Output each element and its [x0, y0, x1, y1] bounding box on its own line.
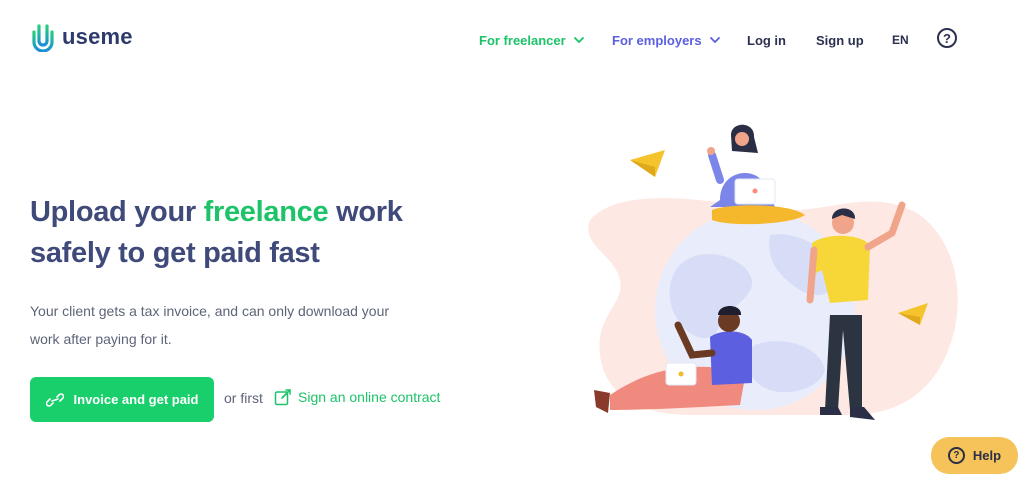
nav-for-employers[interactable]: For employers [612, 33, 720, 48]
link-icon [45, 392, 64, 407]
help-label: Help [972, 448, 1002, 463]
nav-for-freelancer[interactable]: For freelancer [479, 33, 584, 48]
help-button[interactable]: ? Help [931, 437, 1018, 474]
hero-illustration [588, 124, 958, 420]
invoice-and-get-paid-button[interactable]: Invoice and get paid [30, 377, 214, 422]
headline-part2: work [328, 196, 403, 228]
logo-text: useme [62, 24, 133, 49]
edit-document-icon [274, 389, 291, 406]
subtext-line1: Your client gets a tax invoice, and can … [30, 303, 390, 319]
hero-headline: Upload your freelance work safely to get… [30, 192, 430, 274]
contract-link-label: Sign an online contract [298, 389, 441, 405]
nav-signup[interactable]: Sign up [816, 33, 864, 48]
headline-part1: Upload your [30, 196, 204, 228]
nav-for-freelancer-label: For freelancer [479, 32, 566, 48]
question-circle-icon[interactable]: ? [937, 28, 957, 48]
headline-line2: safely to get paid fast [30, 237, 320, 269]
logo[interactable]: useme [30, 22, 133, 52]
cta-label: Invoice and get paid [73, 392, 199, 407]
subtext-line2: work after paying for it. [30, 331, 172, 347]
language-selector[interactable]: EN [892, 33, 909, 47]
chevron-down-icon [573, 37, 584, 44]
sign-contract-link[interactable]: Sign an online contract [274, 388, 440, 406]
logo-mark-icon [32, 22, 54, 52]
nav-for-employers-label: For employers [612, 32, 702, 48]
hero-subtext: Your client gets a tax invoice, and can … [30, 297, 410, 353]
or-first-text: or first [224, 390, 263, 406]
nav-login[interactable]: Log in [747, 33, 786, 48]
question-circle-icon: ? [947, 447, 965, 464]
headline-highlight: freelance [203, 196, 329, 228]
chevron-down-icon [709, 37, 720, 44]
